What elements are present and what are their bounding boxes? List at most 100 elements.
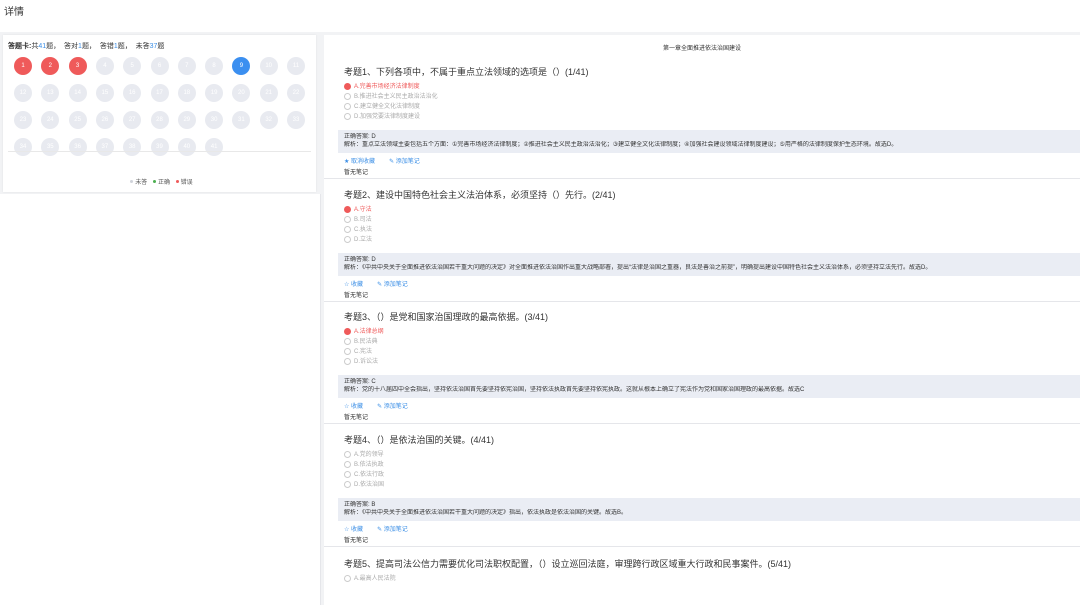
question-number-button[interactable]: 4 xyxy=(95,57,114,75)
top-bar: 详情 xyxy=(0,0,1080,30)
question-number-button[interactable]: 15 xyxy=(95,84,114,102)
add-note-button[interactable]: ✎ 添加笔记 xyxy=(377,527,408,533)
question-number-button[interactable]: 28 xyxy=(150,111,169,129)
radio-icon[interactable] xyxy=(344,235,351,243)
favorite-label: 收藏 xyxy=(351,527,364,533)
question-number-button[interactable]: 1 xyxy=(14,57,32,75)
question-number-button[interactable]: 18 xyxy=(177,84,196,102)
radio-icon[interactable] xyxy=(344,225,351,233)
question-number-button[interactable]: 8 xyxy=(205,57,224,75)
analysis-text: 解析：《中共中央关于全面推进依法治国若干重大问题的决定》指出，依法执政是依法治国… xyxy=(344,510,628,516)
divider xyxy=(8,151,311,152)
answer-option[interactable]: C.建立健全文化法律制度 xyxy=(344,102,1080,112)
radio-icon[interactable] xyxy=(344,327,351,335)
question-number-button[interactable]: 38 xyxy=(123,138,142,156)
radio-icon[interactable] xyxy=(344,480,351,488)
answer-option[interactable]: D.依法治国 xyxy=(344,480,1080,490)
answer-option[interactable]: B.司法 xyxy=(344,215,1080,225)
answer-option[interactable]: C.依法行政 xyxy=(344,470,1080,480)
question-number-button[interactable]: 22 xyxy=(287,84,305,102)
answer-option[interactable]: D.诉讼法 xyxy=(344,357,1080,367)
question-number-button[interactable]: 36 xyxy=(68,138,87,156)
question-number-button[interactable]: 3 xyxy=(68,57,87,75)
question-number-button[interactable]: 39 xyxy=(150,138,169,156)
answer-option[interactable]: A.法律总纲 xyxy=(344,327,1080,337)
option-label: C.宪法 xyxy=(354,349,373,355)
add-note-button[interactable]: ✎ 添加笔记 xyxy=(377,282,408,288)
option-label: A.党的领导 xyxy=(354,452,384,458)
radio-icon[interactable] xyxy=(344,112,351,120)
question-number-button[interactable]: 12 xyxy=(14,84,32,102)
question-number-button[interactable]: 17 xyxy=(150,84,169,102)
question-number-button[interactable]: 14 xyxy=(68,84,87,102)
pencil-icon: ✎ xyxy=(377,404,384,410)
favorite-button[interactable]: ☆ 收藏 xyxy=(344,404,363,410)
radio-icon[interactable] xyxy=(344,574,351,582)
question-number-button[interactable]: 19 xyxy=(205,84,224,102)
question-number-button[interactable]: 33 xyxy=(287,111,305,129)
question-number-button[interactable]: 41 xyxy=(205,138,224,156)
radio-icon[interactable] xyxy=(344,215,351,223)
question-number-button[interactable]: 30 xyxy=(205,111,224,129)
question-number-button[interactable]: 20 xyxy=(232,84,251,102)
question-number-button[interactable]: 10 xyxy=(259,57,278,75)
note-text: 暂无笔记 xyxy=(344,538,369,544)
answer-option[interactable]: D.加强党要法律制度建设 xyxy=(344,112,1080,122)
question-number-button[interactable]: 25 xyxy=(68,111,87,129)
question-number-button[interactable]: 40 xyxy=(177,138,196,156)
add-note-label: 添加笔记 xyxy=(395,159,420,165)
divider xyxy=(324,301,1080,302)
question-number-button[interactable]: 6 xyxy=(150,57,169,75)
question-number-button[interactable]: 31 xyxy=(232,111,251,129)
question-number-button[interactable]: 24 xyxy=(41,111,60,129)
question-number-button[interactable]: 5 xyxy=(123,57,142,75)
question-list[interactable]: 第一章全面推进依法治国建设 考题1、下列各项中，不属于重点立法领域的选项是（）(… xyxy=(324,35,1080,605)
add-note-button[interactable]: ✎ 添加笔记 xyxy=(389,159,420,165)
option-label: B.推进社会主义民主政治法治化 xyxy=(354,94,438,100)
star-icon: ★ xyxy=(344,159,352,165)
answer-option[interactable]: B.民法典 xyxy=(344,337,1080,347)
question-number-button[interactable]: 35 xyxy=(41,138,60,156)
question-title: 考题2、建设中国特色社会主义法治体系，必须坚持（）先行。(2/41) xyxy=(344,190,616,200)
answer-option[interactable]: A.最高人民法院 xyxy=(344,574,1080,584)
question-number-button[interactable]: 26 xyxy=(95,111,114,129)
unanswered-dot-icon xyxy=(130,180,134,184)
question-number-button[interactable]: 27 xyxy=(123,111,142,129)
question-number-button[interactable]: 7 xyxy=(177,57,196,75)
radio-icon[interactable] xyxy=(344,337,351,345)
question-number-button[interactable]: 32 xyxy=(259,111,278,129)
favorite-button[interactable]: ★ 取消收藏 xyxy=(344,159,375,165)
note-text: 暂无笔记 xyxy=(344,170,369,176)
answer-option[interactable]: C.执法 xyxy=(344,225,1080,235)
question-number-button[interactable]: 21 xyxy=(259,84,278,102)
radio-icon[interactable] xyxy=(344,102,351,110)
radio-icon[interactable] xyxy=(344,450,351,458)
question-number-button[interactable]: 2 xyxy=(41,57,60,75)
radio-icon[interactable] xyxy=(344,357,351,365)
question-number-button[interactable]: 16 xyxy=(123,84,142,102)
answer-option[interactable]: A.完善市场经济法律制度 xyxy=(344,82,1080,92)
answer-option[interactable]: A.守法 xyxy=(344,205,1080,215)
radio-icon[interactable] xyxy=(344,82,351,90)
answer-option[interactable]: C.宪法 xyxy=(344,347,1080,357)
answer-option[interactable]: B.推进社会主义民主政治法治化 xyxy=(344,92,1080,102)
question-number-button[interactable]: 29 xyxy=(177,111,196,129)
answer-option[interactable]: B.依法执政 xyxy=(344,460,1080,470)
radio-icon[interactable] xyxy=(344,460,351,468)
question-number-button[interactable]: 9 xyxy=(232,57,251,75)
question-number-button[interactable]: 11 xyxy=(287,57,305,75)
favorite-button[interactable]: ☆ 收藏 xyxy=(344,527,363,533)
question-number-button[interactable]: 34 xyxy=(14,138,32,156)
radio-icon[interactable] xyxy=(344,92,351,100)
radio-icon[interactable] xyxy=(344,205,351,213)
question-actions: ☆ 收藏 ✎ 添加笔记 xyxy=(344,401,1080,413)
radio-icon[interactable] xyxy=(344,347,351,355)
add-note-button[interactable]: ✎ 添加笔记 xyxy=(377,404,408,410)
question-number-button[interactable]: 13 xyxy=(41,84,60,102)
favorite-button[interactable]: ☆ 收藏 xyxy=(344,282,363,288)
question-number-button[interactable]: 23 xyxy=(14,111,32,129)
answer-option[interactable]: D.立法 xyxy=(344,235,1080,245)
radio-icon[interactable] xyxy=(344,470,351,478)
question-number-button[interactable]: 37 xyxy=(95,138,114,156)
answer-option[interactable]: A.党的领导 xyxy=(344,450,1080,460)
